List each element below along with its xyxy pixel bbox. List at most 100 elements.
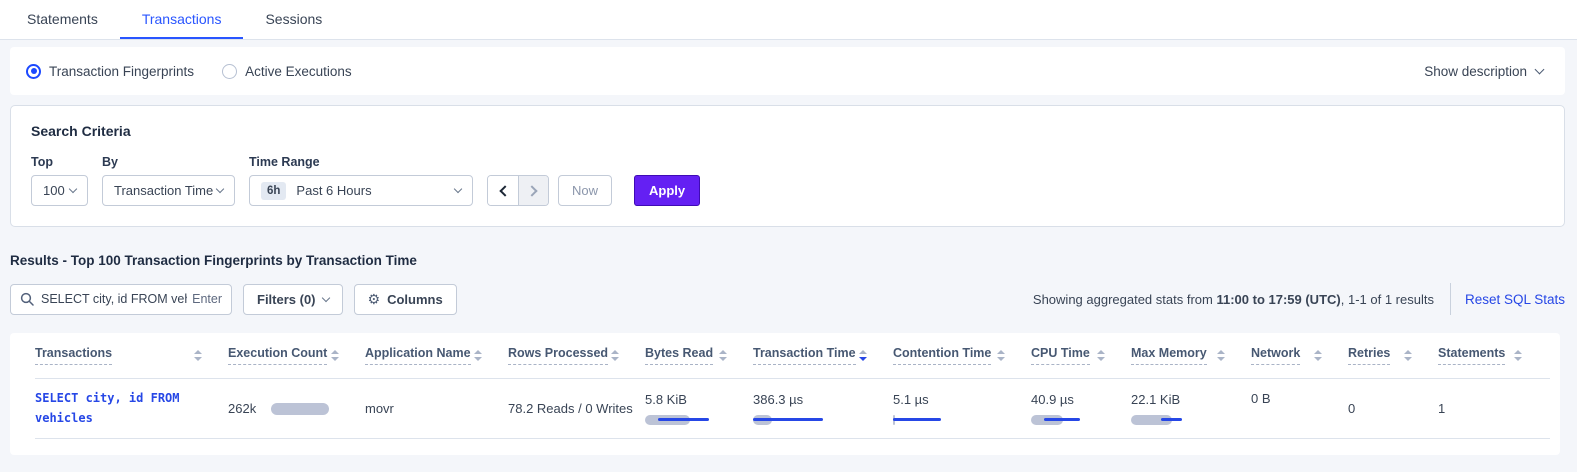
search-box: Enter — [10, 284, 232, 315]
cell-statements: 1 — [1438, 401, 1548, 416]
top-label: Top — [31, 155, 88, 169]
gear-icon: ⚙ — [368, 291, 381, 308]
column-header-rows-processed[interactable]: Rows Processed — [508, 346, 645, 365]
chevron-right-icon — [526, 185, 537, 196]
sort-icon-active — [859, 350, 867, 361]
sort-icon — [611, 350, 619, 361]
reset-sql-stats-link[interactable]: Reset SQL Stats — [1465, 292, 1565, 307]
show-description-toggle[interactable]: Show description — [1424, 64, 1543, 79]
radio-label: Transaction Fingerprints — [49, 64, 194, 79]
time-range-field: Time Range 6h Past 6 Hours — [249, 155, 473, 206]
search-criteria-title: Search Criteria — [31, 123, 1544, 139]
cell-transactions: SELECT city, id FROMvehicles — [35, 389, 228, 429]
radio-label: Active Executions — [245, 64, 352, 79]
results-table-panel: Transactions Execution Count Application… — [10, 333, 1560, 455]
filters-label: Filters (0) — [257, 292, 316, 307]
sort-icon — [1514, 350, 1522, 361]
transaction-fingerprint-link[interactable]: SELECT city, id FROMvehicles — [35, 389, 220, 429]
time-range-next-button[interactable] — [518, 176, 548, 205]
time-range-prev-button[interactable] — [488, 176, 518, 205]
cell-retries: 0 — [1348, 401, 1438, 416]
time-range-pager — [487, 175, 549, 206]
time-range-value: Past 6 Hours — [296, 183, 371, 198]
top-select-value: 100 — [43, 183, 65, 198]
by-select[interactable]: Transaction Time — [102, 175, 235, 206]
cell-rows-processed: 78.2 Reads / 0 Writes — [508, 401, 645, 416]
results-heading: Results - Top 100 Transaction Fingerprin… — [10, 253, 1565, 268]
tab-sessions[interactable]: Sessions — [243, 0, 344, 39]
aggregated-stats-text: Showing aggregated stats from 11:00 to 1… — [1033, 292, 1434, 307]
chevron-down-icon — [1535, 65, 1545, 75]
by-select-value: Transaction Time — [114, 183, 213, 198]
cell-execution-count: 262k — [228, 401, 365, 416]
tab-transactions[interactable]: Transactions — [120, 0, 244, 39]
chevron-down-icon — [69, 185, 77, 193]
column-header-contention-time[interactable]: Contention Time — [893, 346, 1031, 365]
sort-icon — [1097, 350, 1105, 361]
view-toggle-panel: Transaction Fingerprints Active Executio… — [10, 47, 1565, 95]
search-icon — [20, 292, 34, 306]
sort-icon — [1314, 350, 1322, 361]
top-select[interactable]: 100 — [31, 175, 88, 206]
columns-label: Columns — [387, 292, 443, 307]
apply-button[interactable]: Apply — [634, 175, 700, 206]
column-header-statements[interactable]: Statements — [1438, 346, 1548, 365]
radio-selected-icon — [26, 64, 41, 79]
sort-icon — [194, 350, 202, 361]
radio-transaction-fingerprints[interactable]: Transaction Fingerprints — [26, 64, 194, 79]
vertical-divider — [1450, 283, 1451, 315]
execution-count-bar — [271, 403, 329, 415]
tab-statements[interactable]: Statements — [5, 0, 120, 39]
cell-contention-time: 5.1 µs — [893, 392, 1031, 426]
search-criteria-panel: Search Criteria Top 100 By Transaction T… — [10, 105, 1565, 227]
chevron-down-icon — [454, 185, 462, 193]
bytes-read-bar — [645, 414, 717, 426]
cell-max-memory: 22.1 KiB — [1131, 392, 1251, 426]
show-description-label: Show description — [1424, 64, 1527, 79]
sort-icon — [1217, 350, 1225, 361]
columns-button[interactable]: ⚙ Columns — [354, 284, 457, 315]
filters-button[interactable]: Filters (0) — [243, 284, 343, 315]
column-header-transaction-time[interactable]: Transaction Time — [753, 346, 893, 365]
by-label: By — [102, 155, 235, 169]
column-header-retries[interactable]: Retries — [1348, 346, 1438, 365]
results-toolbar: Enter Filters (0) ⚙ Columns Showing aggr… — [10, 283, 1565, 315]
enter-hint-label: Enter — [192, 292, 222, 306]
sort-icon — [997, 350, 1005, 361]
column-header-bytes-read[interactable]: Bytes Read — [645, 346, 753, 365]
toolbar-right: Showing aggregated stats from 11:00 to 1… — [1033, 283, 1565, 315]
radio-active-executions[interactable]: Active Executions — [222, 64, 352, 79]
search-input[interactable] — [41, 292, 187, 306]
column-header-transactions[interactable]: Transactions — [35, 346, 228, 365]
column-header-application-name[interactable]: Application Name — [365, 346, 508, 365]
time-range-badge: 6h — [261, 182, 286, 200]
sort-icon — [331, 350, 339, 361]
top-tab-bar: Statements Transactions Sessions — [0, 0, 1577, 40]
time-range-select[interactable]: 6h Past 6 Hours — [249, 175, 473, 206]
sort-icon — [719, 350, 727, 361]
cell-transaction-time: 386.3 µs — [753, 392, 893, 426]
cell-network: 0 B — [1251, 379, 1348, 406]
cell-bytes-read: 5.8 KiB — [645, 392, 753, 426]
now-button[interactable]: Now — [558, 175, 612, 206]
radio-unselected-icon — [222, 64, 237, 79]
column-header-execution-count[interactable]: Execution Count — [228, 346, 365, 365]
max-memory-bar — [1131, 414, 1203, 426]
cpu-time-bar — [1031, 414, 1103, 426]
time-range-label: Time Range — [249, 155, 473, 169]
column-header-cpu-time[interactable]: CPU Time — [1031, 346, 1131, 365]
transaction-time-bar — [753, 414, 825, 426]
chevron-down-icon — [321, 293, 329, 301]
by-field: By Transaction Time — [102, 155, 235, 206]
chevron-down-icon — [216, 185, 224, 193]
column-header-max-memory[interactable]: Max Memory — [1131, 346, 1251, 365]
top-field: Top 100 — [31, 155, 88, 206]
cell-cpu-time: 40.9 µs — [1031, 392, 1131, 426]
sort-icon — [474, 350, 482, 361]
contention-time-bar — [893, 414, 965, 426]
chevron-left-icon — [499, 185, 510, 196]
table-header-row: Transactions Execution Count Application… — [35, 333, 1550, 379]
cell-application-name: movr — [365, 401, 508, 416]
sort-icon — [1404, 350, 1412, 361]
column-header-network[interactable]: Network — [1251, 346, 1348, 365]
